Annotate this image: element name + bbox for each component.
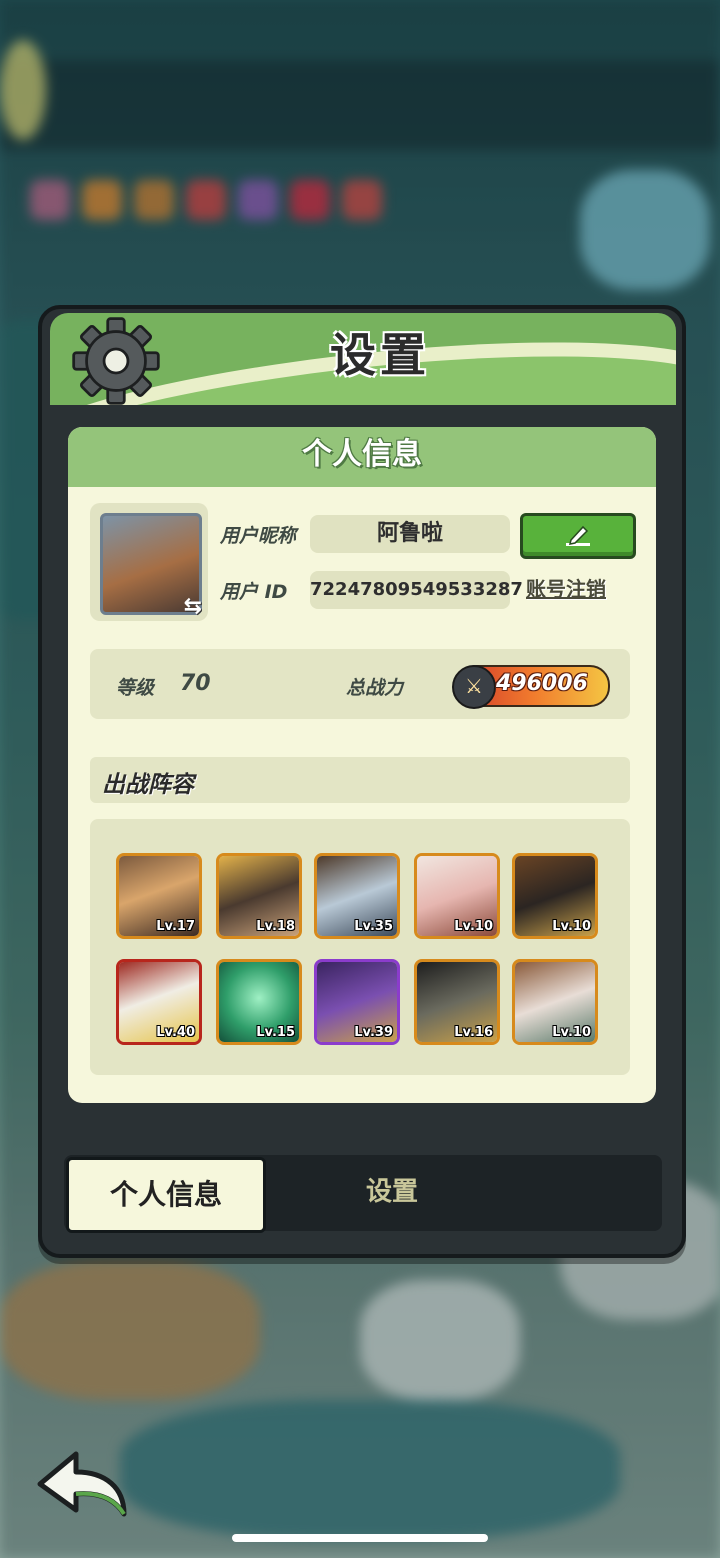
power-badge: ⚔ 496006 [452,665,610,709]
hero-slot-3[interactable]: Lv.35 [314,853,400,939]
back-arrow-icon[interactable] [36,1448,132,1522]
account-delete-link[interactable]: 账号注销 [526,573,606,602]
hero-slot-9[interactable]: Lv.16 [414,959,500,1045]
swap-avatar-icon[interactable]: ⇆ [184,594,202,619]
hero-level: Lv.10 [552,1025,591,1040]
lineup-header: 出战阵容 [90,757,630,803]
hero-level: Lv.16 [454,1025,493,1040]
nickname-field: 阿鲁啦 [310,515,510,553]
hero-slot-10[interactable]: Lv.10 [512,959,598,1045]
nickname-label: 用户昵称 [220,525,297,547]
settings-panel: 设置 个人信息 ⇆ 用户昵称 阿鲁啦 用户 ID 722478095495332… [38,305,686,1258]
gear-icon [72,317,160,405]
card-title: 个人信息 [68,427,656,487]
hero-level: Lv.39 [354,1025,393,1040]
hero-slot-4[interactable]: Lv.10 [414,853,500,939]
hero-slot-2[interactable]: Lv.18 [216,853,302,939]
hero-slot-7[interactable]: Lv.15 [216,959,302,1045]
stats-row: 等级 70 总战力 ⚔ 496006 [90,649,630,719]
panel-title: 设置 [330,328,430,382]
tab-settings[interactable]: 设置 [322,1157,462,1227]
personal-info-card: 个人信息 ⇆ 用户昵称 阿鲁啦 用户 ID 72247809549533287 … [68,427,656,1103]
edit-nickname-button[interactable] [520,513,636,559]
lineup-grid: Lv.17 Lv.18 Lv.35 Lv.10 Lv.10 Lv.40 Lv.1… [90,819,630,1075]
hero-level: Lv.15 [256,1025,295,1040]
avatar-frame[interactable]: ⇆ [90,503,208,621]
power-label: 总战力 [346,677,404,699]
hero-slot-6[interactable]: Lv.40 [116,959,202,1045]
panel-header: 设置 [50,313,676,405]
lineup-title: 出战阵容 [102,772,194,798]
home-indicator[interactable] [232,1534,488,1542]
hero-level: Lv.17 [156,919,195,934]
hero-level: Lv.18 [256,919,295,934]
hero-level: Lv.35 [354,919,393,934]
hero-slot-1[interactable]: Lv.17 [116,853,202,939]
bottom-tab-bar: 个人信息 设置 [64,1155,662,1233]
power-value: 496006 [496,671,588,696]
hero-slot-5[interactable]: Lv.10 [512,853,598,939]
hero-slot-8[interactable]: Lv.39 [314,959,400,1045]
tab-personal-info[interactable]: 个人信息 [66,1157,266,1233]
level-label: 等级 [116,677,155,699]
pencil-icon [566,525,590,546]
hero-level: Lv.40 [156,1025,195,1040]
crossed-swords-icon: ⚔ [452,665,496,709]
hero-level: Lv.10 [454,919,493,934]
level-value: 70 [180,671,211,696]
user-id-label: 用户 ID [220,581,288,603]
hero-level: Lv.10 [552,919,591,934]
user-id-field: 72247809549533287 [310,571,523,609]
